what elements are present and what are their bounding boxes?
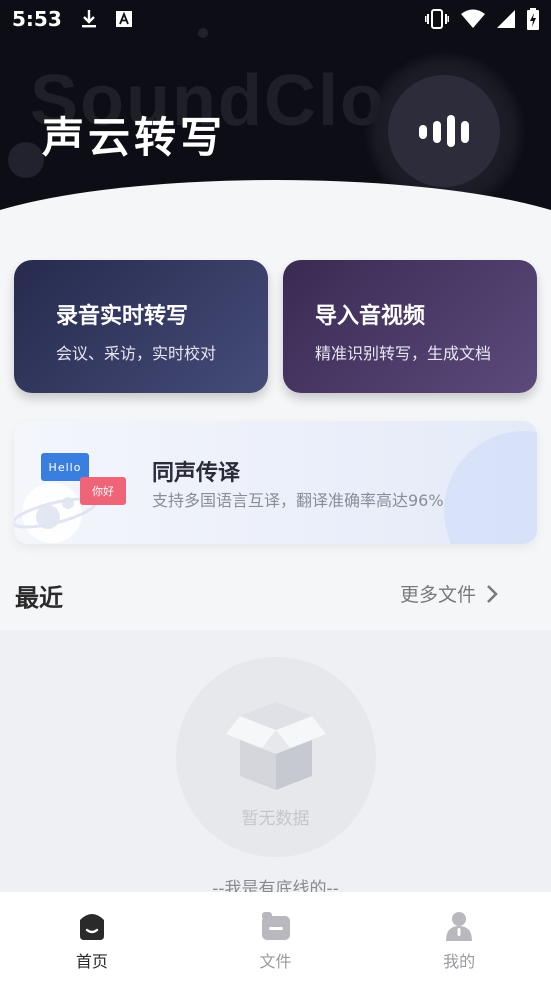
import-card-title: 导入音视频 — [315, 304, 426, 329]
download-icon — [81, 10, 96, 28]
record-card-title: 录音实时转写 — [56, 304, 189, 329]
empty-text: 暂无数据 — [241, 809, 310, 829]
signal-icon — [497, 10, 515, 28]
battery-charging-icon — [527, 8, 539, 30]
more-files-label: 更多文件 — [400, 584, 477, 606]
tab-home-label: 首页 — [75, 952, 108, 971]
empty-box-icon — [226, 702, 326, 790]
decor-dot — [8, 142, 44, 178]
recent-empty-state: 暂无数据 --我是有底线的-- — [0, 630, 551, 899]
nihao-bubble: 你好 — [80, 477, 126, 505]
record-realtime-card[interactable]: 录音实时转写 会议、采访，实时校对 — [14, 260, 268, 393]
recent-section-title: 最近 — [15, 584, 63, 612]
a-keyboard-icon — [115, 11, 132, 27]
voice-bars-icon — [419, 115, 469, 147]
import-media-card[interactable]: 导入音视频 精准识别转写，生成文档 — [283, 260, 537, 393]
bottom-tab-bar: 首页 文件 我的 — [0, 892, 551, 984]
decor-circle — [444, 431, 537, 544]
more-files-link[interactable]: 更多文件 — [400, 580, 498, 607]
translation-title: 同声传译 — [152, 461, 241, 486]
simultaneous-translation-card[interactable]: Hello 你好 同声传译 支持多国语言互译，翻译准确率高达96% — [14, 421, 537, 544]
tab-files-label: 文件 — [259, 952, 292, 971]
app-header: SoundCloud 声云转写 5:53 — [0, 0, 551, 230]
home-icon — [79, 914, 104, 940]
app-title: 声云转写 — [42, 113, 227, 162]
tab-home[interactable]: 首页 — [0, 892, 184, 984]
record-orb-button[interactable] — [388, 75, 500, 187]
profile-icon — [446, 912, 473, 941]
status-bar: 5:53 — [0, 0, 551, 38]
status-time: 5:53 — [12, 7, 62, 31]
tab-files[interactable]: 文件 — [184, 892, 368, 984]
vibrate-icon — [425, 9, 449, 29]
tab-profile[interactable]: 我的 — [367, 892, 551, 984]
record-card-subtitle: 会议、采访，实时校对 — [56, 344, 217, 363]
tab-profile-label: 我的 — [443, 952, 476, 971]
import-card-subtitle: 精准识别转写，生成文档 — [315, 344, 492, 363]
translation-subtitle: 支持多国语言互译，翻译准确率高达96% — [152, 491, 444, 510]
file-icon — [261, 912, 290, 940]
chevron-right-icon — [487, 584, 498, 603]
wifi-icon — [461, 9, 485, 28]
